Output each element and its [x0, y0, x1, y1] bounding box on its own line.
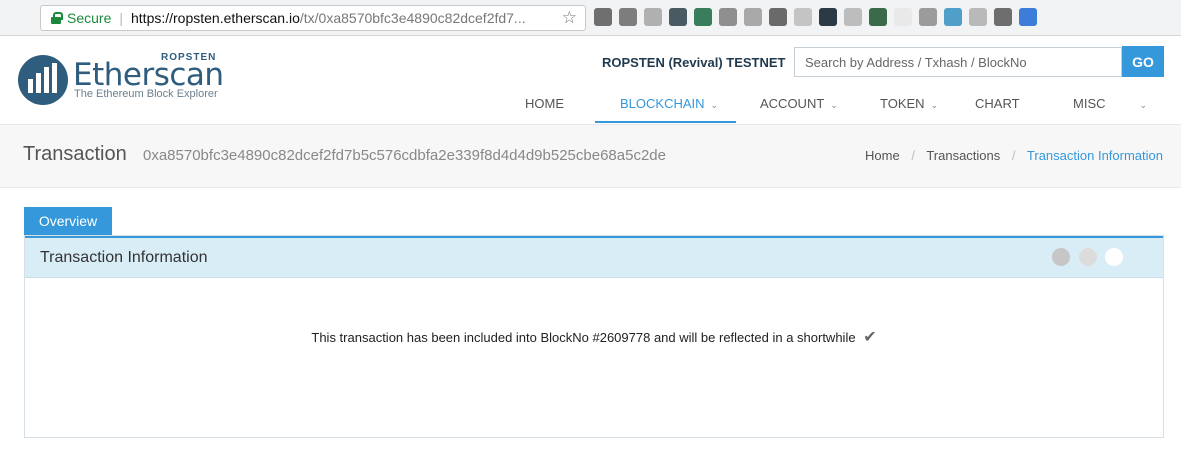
loading-dot-icon: [1079, 248, 1097, 266]
nav-blockchain[interactable]: BLOCKCHAIN ⌄: [620, 96, 718, 111]
chevron-down-icon: ⌄: [710, 100, 719, 110]
ext-7-icon[interactable]: [744, 8, 762, 26]
page-title: Transaction: [23, 143, 127, 165]
url-host: https://ropsten.etherscan.io: [131, 10, 300, 26]
ext-4-icon[interactable]: [669, 8, 687, 26]
nav-token-label: TOKEN: [880, 96, 925, 111]
nav-token[interactable]: TOKEN ⌄: [880, 96, 938, 111]
nav-account[interactable]: ACCOUNT ⌄: [760, 96, 838, 111]
tab-overview[interactable]: Overview: [24, 207, 112, 235]
ext-14-icon[interactable]: [919, 8, 937, 26]
loading-dot-icon: [1105, 248, 1123, 266]
nav-misc[interactable]: MISC ⌄: [1073, 96, 1147, 111]
panel-header: Transaction Information: [25, 236, 1163, 278]
breadcrumb-current: Transaction Information: [1026, 148, 1163, 163]
tx-hash: 0xa8570bfc3e4890c82dcef2fd7b5c576cdbfa2e…: [143, 147, 666, 164]
ext-5-icon[interactable]: [694, 8, 712, 26]
nav-chart[interactable]: CHART: [975, 96, 1020, 111]
loading-dot-icon: [1052, 248, 1070, 266]
ext-17-icon[interactable]: [994, 8, 1012, 26]
page-title-bar: Transaction 0xa8570bfc3e4890c82dcef2fd7b…: [0, 124, 1181, 188]
chevron-down-icon: ⌄: [830, 100, 838, 110]
browser-toolbar: Secure | https://ropsten.etherscan.io/tx…: [0, 0, 1181, 36]
nav-misc-label: MISC: [1073, 96, 1106, 111]
nav-active-indicator: [595, 121, 736, 123]
network-label: ROPSTEN (Revival) TESTNET: [602, 55, 786, 70]
secure-label: Secure: [67, 10, 112, 26]
ext-13-icon[interactable]: [894, 8, 912, 26]
nav-blockchain-label: BLOCKCHAIN: [620, 96, 705, 111]
ext-9-icon[interactable]: [794, 8, 812, 26]
ext-11-icon[interactable]: [844, 8, 862, 26]
nav-home[interactable]: HOME: [525, 96, 564, 111]
extension-bar: [594, 8, 1037, 26]
bookmark-star-icon[interactable]: ☆: [562, 8, 577, 28]
panel-title: Transaction Information: [40, 249, 208, 266]
url-divider: |: [119, 10, 123, 26]
lock-icon: [51, 12, 63, 24]
ext-1-icon[interactable]: [594, 8, 612, 26]
breadcrumb-transactions[interactable]: Transactions: [926, 148, 1000, 163]
ext-12-icon[interactable]: [869, 8, 887, 26]
breadcrumb-home[interactable]: Home: [865, 148, 900, 163]
search-go-button[interactable]: GO: [1122, 46, 1164, 77]
status-message-text: This transaction has been included into …: [311, 330, 856, 345]
check-icon: ✔: [863, 329, 877, 346]
nav-home-label: HOME: [525, 96, 564, 111]
ext-18-icon[interactable]: [1019, 8, 1037, 26]
ext-8-icon[interactable]: [769, 8, 787, 26]
ext-6-icon[interactable]: [719, 8, 737, 26]
ext-15-icon[interactable]: [944, 8, 962, 26]
nav-chart-label: CHART: [975, 96, 1020, 111]
ext-3-icon[interactable]: [644, 8, 662, 26]
status-message: This transaction has been included into …: [25, 327, 1163, 347]
breadcrumb-separator: /: [1011, 148, 1016, 163]
transaction-panel: Transaction Information This transaction…: [24, 235, 1164, 438]
chevron-down-icon: ⌄: [930, 100, 939, 110]
ext-16-icon[interactable]: [969, 8, 987, 26]
search-input[interactable]: [794, 47, 1122, 77]
chevron-down-icon: ⌄: [1139, 100, 1148, 110]
url-path: /tx/0xa8570bfc3e4890c82dcef2fd7...: [299, 10, 526, 26]
address-bar[interactable]: Secure | https://ropsten.etherscan.io/tx…: [40, 5, 586, 31]
breadcrumb-separator: /: [911, 148, 915, 163]
breadcrumb: Home / Transactions / Transaction Inform…: [865, 148, 1163, 163]
ext-10-icon[interactable]: [819, 8, 837, 26]
main-nav: HOME BLOCKCHAIN ⌄ ACCOUNT ⌄ TOKEN ⌄ CHART M…: [0, 92, 1181, 124]
nav-account-label: ACCOUNT: [760, 96, 825, 111]
ext-2-icon[interactable]: [619, 8, 637, 26]
